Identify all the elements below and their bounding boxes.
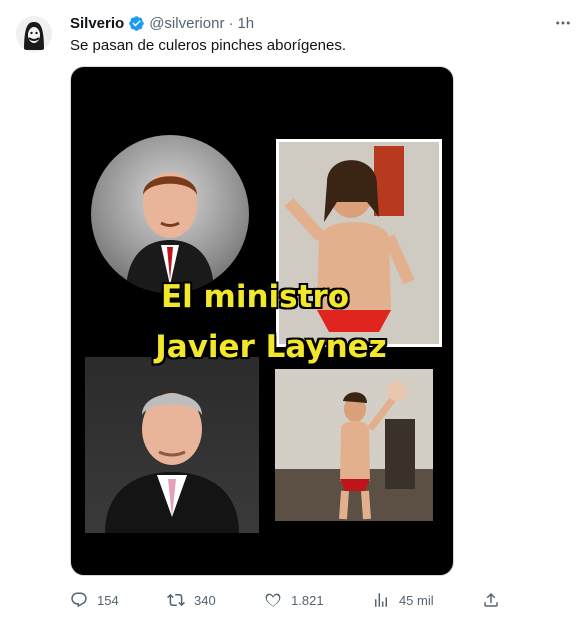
retweet-count: 340: [194, 592, 216, 608]
timestamp[interactable]: 1h: [237, 15, 254, 32]
like-icon: [264, 591, 282, 609]
reply-icon: [70, 591, 88, 609]
avatar[interactable]: [16, 16, 52, 52]
views-count: 45 mil: [398, 592, 434, 608]
views-button[interactable]: 45 mil: [372, 591, 434, 609]
like-button[interactable]: 1.821: [264, 591, 324, 609]
portrait-photo-bottom-left: [85, 357, 259, 533]
photo-top-right: [276, 139, 442, 347]
tweet: Silverio @silverionr · 1h Se pasan de cu…: [0, 0, 586, 620]
more-options-icon[interactable]: [552, 12, 574, 34]
verified-badge-icon: [128, 15, 145, 32]
author-handle[interactable]: @silverionr: [149, 15, 224, 32]
like-count: 1.821: [291, 592, 324, 608]
author-name[interactable]: Silverio: [70, 15, 124, 32]
reply-button[interactable]: 154: [70, 591, 119, 609]
photo-bottom-right: [275, 369, 433, 521]
retweet-button[interactable]: 340: [167, 591, 216, 609]
tweet-header: Silverio @silverionr · 1h: [70, 13, 254, 33]
retweet-icon: [167, 591, 185, 609]
overlay-caption-line-2: Javier Laynez: [155, 329, 387, 365]
tweet-text: Se pasan de culeros pinches aborígenes.: [70, 37, 347, 54]
views-icon: [372, 591, 390, 609]
portrait-photo-top-left: [91, 135, 249, 293]
share-icon: [482, 591, 500, 609]
overlay-caption-line-1: El ministro: [160, 279, 350, 315]
share-button[interactable]: [482, 591, 500, 609]
separator-dot: ·: [228, 14, 234, 32]
tweet-actions: 154 340 1.821 45 mil: [70, 590, 500, 610]
tweet-media-image[interactable]: El ministro Javier Laynez: [70, 66, 454, 576]
reply-count: 154: [97, 592, 119, 608]
